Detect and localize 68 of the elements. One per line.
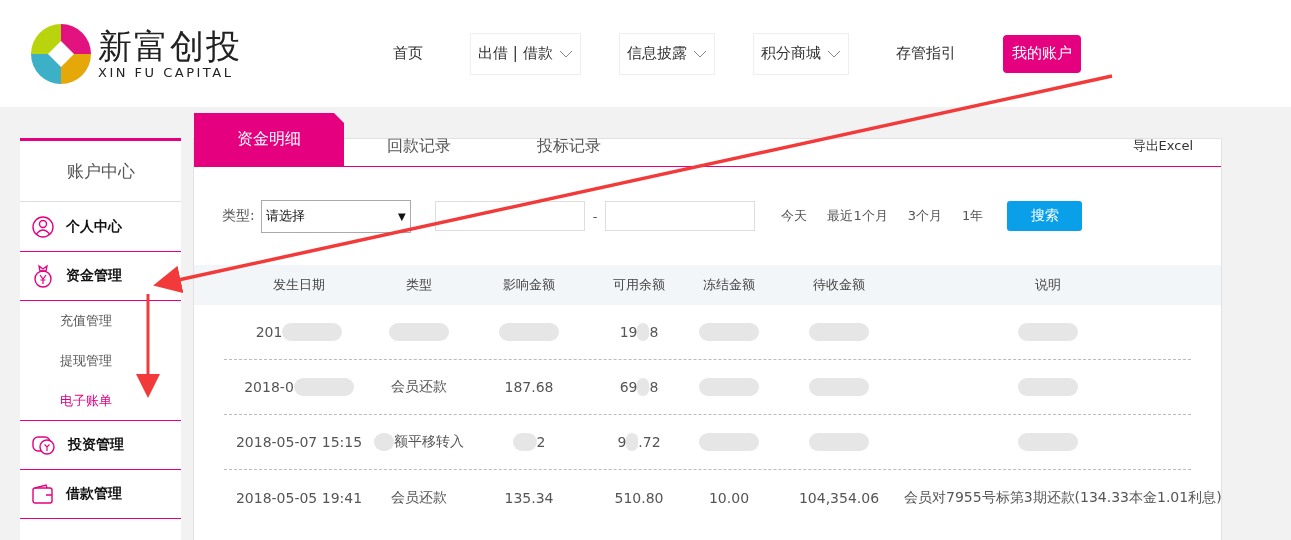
- column-header: 影响金额: [502, 276, 556, 294]
- period-link[interactable]: 最近1个月: [827, 207, 888, 225]
- column-header: 说明: [1033, 276, 1062, 294]
- sidebar-item[interactable]: 借款管理: [20, 469, 181, 519]
- logo-subtitle: XIN FU CAPITAL: [98, 65, 235, 80]
- type-label: 类型:: [222, 207, 255, 225]
- start-date-field[interactable]: [434, 201, 585, 231]
- export-link[interactable]: 导出Excel: [1132, 126, 1221, 166]
- logo-name: 新富创投: [98, 27, 242, 65]
- nav-item[interactable]: 存管指引: [886, 32, 965, 75]
- wallet-icon: [32, 484, 54, 504]
- column-header: 发生日期: [272, 276, 326, 294]
- blurred-patch: [626, 433, 639, 451]
- table-cell: 2018-05-05 19:41: [235, 489, 363, 506]
- money-bag-icon: [32, 264, 54, 288]
- coins-icon: [32, 434, 56, 456]
- sidebar-title: 账户中心: [20, 141, 181, 202]
- sidebar-item[interactable]: 个人中心: [20, 202, 181, 252]
- sidebar-subitem[interactable]: 充值管理: [20, 301, 181, 341]
- dropdown-arrow-icon: ▼: [398, 210, 406, 222]
- chevron-down-icon: [826, 49, 841, 58]
- table-cell: 额平移转入: [394, 433, 464, 451]
- table-cell: 510.80: [614, 489, 664, 506]
- table-cell: 2018-0: [244, 379, 294, 395]
- table-cell: 9: [617, 434, 627, 450]
- period-link[interactable]: 1年: [962, 207, 984, 225]
- table-cell: 69: [619, 379, 638, 395]
- table-cell: 201: [255, 324, 283, 340]
- date-separator: -: [592, 208, 598, 224]
- column-header: 冻结金额: [702, 276, 756, 294]
- table-cell: 8: [649, 324, 659, 340]
- nav-item[interactable]: 出借 | 借款: [470, 32, 581, 75]
- tab[interactable]: 回款记录: [344, 126, 494, 166]
- chevron-down-icon: [692, 49, 707, 58]
- table-cell: 2018-05-07 15:15: [235, 434, 363, 450]
- table-cell: .72: [638, 434, 661, 450]
- table-cell: 187.68: [504, 379, 554, 395]
- table-cell: 会员还款: [391, 378, 447, 396]
- table-cell: 19: [619, 324, 638, 340]
- table-cell: 会员对7955号标第3期还款(134.33本金1.01利息): [904, 488, 1222, 507]
- table-cell: 135.34: [504, 489, 554, 506]
- table-cell: 8: [649, 379, 659, 395]
- column-header: 可用余额: [612, 276, 666, 294]
- sidebar-item[interactable]: 资金管理: [20, 251, 181, 301]
- nav-item[interactable]: 积分商城: [752, 32, 849, 75]
- nav-item[interactable]: 信息披露: [618, 32, 715, 75]
- end-date-field[interactable]: [605, 201, 756, 231]
- blurred-patch: [637, 378, 650, 396]
- period-link[interactable]: 今天: [781, 207, 808, 225]
- column-header: 类型: [405, 276, 433, 294]
- sidebar-item[interactable]: 投资管理: [20, 420, 181, 470]
- type-select[interactable]: 请选择 ▼: [260, 199, 411, 233]
- table-cell: 10.00: [708, 489, 750, 506]
- tab[interactable]: 投标记录: [494, 126, 644, 166]
- column-header: 待收金额: [812, 276, 866, 294]
- sidebar-subitem[interactable]: 提现管理: [20, 341, 181, 381]
- logo-icon: [30, 22, 92, 85]
- table-cell: 会员还款: [391, 488, 447, 507]
- nav-item[interactable]: 首页: [384, 32, 432, 75]
- person-icon: [32, 215, 54, 238]
- sidebar-subitem[interactable]: 电子账单: [20, 381, 181, 421]
- account-button[interactable]: 我的账户: [1002, 34, 1081, 73]
- table-cell: 2: [536, 434, 546, 450]
- period-link[interactable]: 3个月: [907, 207, 942, 225]
- blurred-patch: [637, 323, 650, 341]
- chevron-down-icon: [558, 49, 573, 58]
- tab[interactable]: 资金明细: [194, 113, 344, 166]
- table-cell: 104,354.06: [798, 489, 880, 506]
